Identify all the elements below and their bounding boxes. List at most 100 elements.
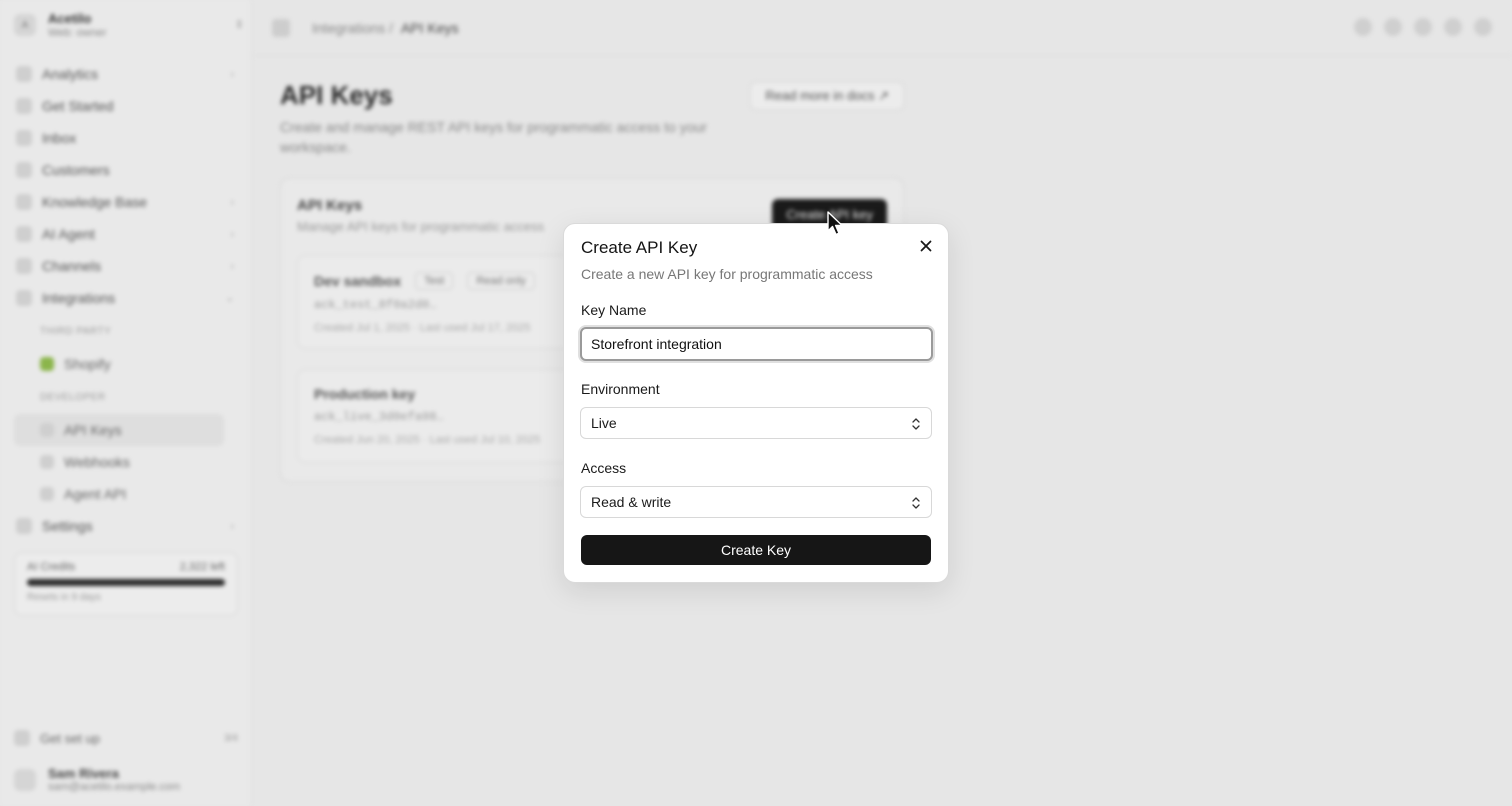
chat-icon[interactable] [1414, 18, 1432, 36]
workspace-role: Web: owner [48, 27, 107, 39]
get-set-up-label: Get set up [40, 730, 100, 746]
sidebar-item-label: Agent API [64, 486, 127, 502]
user-name: Sam Rivera [48, 766, 119, 781]
sidebar-item-integrations[interactable]: Integrations ⌄ [14, 282, 244, 314]
create-key-button[interactable]: Create Key [581, 535, 931, 565]
sidebar-toggle-icon[interactable] [272, 18, 290, 37]
docs-button[interactable]: Read more in docs ↗ [750, 82, 904, 110]
sidebar-item-webhooks[interactable]: Webhooks [14, 446, 244, 478]
topbar-actions [1354, 18, 1492, 36]
user-email: sam@acetilo.example.com [48, 781, 181, 793]
key-name-label: Key Name [581, 302, 647, 318]
access-label: Access [581, 460, 627, 476]
create-api-key-dialog: Create API Key Create a new API key for … [563, 223, 949, 583]
sidebar-item-label: AI Agent [42, 226, 95, 242]
get-set-up-progress: 3/4 [224, 732, 238, 744]
chevron-updown-icon [912, 497, 920, 509]
page-description: Create and manage REST API keys for prog… [280, 119, 707, 155]
sidebar-item-label: Customers [42, 162, 110, 178]
dialog-title: Create API Key [581, 238, 698, 257]
sidebar-item-label: API Keys [64, 422, 122, 438]
access-select[interactable]: Read & write [580, 486, 932, 518]
key-name-input[interactable] [580, 327, 933, 361]
topbar: Integrations / API Keys [252, 0, 1512, 56]
workspace-avatar: A [14, 14, 36, 36]
ai-credits-card: AI Credits 2,322 left Resets in 9 days [14, 552, 238, 616]
chevron-right-icon: › [230, 520, 234, 532]
rocket-icon [16, 98, 32, 114]
workspace-switcher[interactable]: A Acetilo Web: owner ⇕ [14, 8, 244, 42]
close-icon[interactable] [918, 238, 934, 254]
sidebar-item-customers[interactable]: Customers [14, 154, 244, 186]
nav-group-developer: DEVELOPER [40, 391, 106, 403]
credits-progress-bar [27, 579, 225, 586]
sidebar-item-knowledge-base[interactable]: Knowledge Base › [14, 186, 244, 218]
mouse-cursor-icon [827, 211, 843, 236]
help-icon[interactable] [1474, 18, 1492, 36]
chevron-right-icon: › [230, 196, 234, 208]
key-name: Dev sandbox [314, 273, 402, 289]
sidebar-item-label: Webhooks [64, 454, 130, 470]
search-icon[interactable] [1354, 18, 1372, 36]
sidebar-item-label: Get Started [42, 98, 114, 114]
sidebar-item-agent-api[interactable]: Agent API [14, 478, 244, 510]
sidebar-item-label: Analytics [42, 66, 99, 82]
sidebar-item-label: Inbox [42, 130, 77, 146]
key-icon [40, 423, 54, 437]
access-value: Read & write [591, 494, 672, 510]
book-icon [16, 194, 32, 210]
sidebar-item-channels[interactable]: Channels › [14, 250, 244, 282]
env-badge: Test [415, 272, 454, 290]
user-menu[interactable]: Sam Rivera sam@acetilo.example.com [14, 766, 244, 793]
sidebar-item-label: Shopify [64, 356, 111, 372]
sidebar-nav: Analytics › Get Started Inbox Customers K… [14, 58, 244, 542]
chevron-updown-icon: ⇕ [234, 19, 244, 31]
get-set-up-link[interactable]: Get set up 3/4 [14, 730, 238, 746]
plug-icon [16, 290, 32, 306]
environment-select[interactable]: Live [580, 407, 932, 439]
bot-icon [40, 487, 54, 501]
sidebar-item-get-started[interactable]: Get Started [14, 90, 244, 122]
sidebar-item-label: Knowledge Base [42, 194, 148, 210]
card-description: Manage API keys for programmatic access [297, 219, 545, 234]
credits-label: AI Credits [27, 561, 76, 573]
card-title: API Keys [297, 197, 363, 214]
chart-icon [16, 66, 32, 82]
channels-icon [16, 258, 32, 274]
bell-icon[interactable] [1444, 18, 1462, 36]
sidebar-item-ai-agent[interactable]: AI Agent › [14, 218, 244, 250]
users-icon [16, 162, 32, 178]
sidebar-item-inbox[interactable]: Inbox [14, 122, 244, 154]
sidebar-item-label: Integrations [42, 290, 116, 306]
sidebar: A Acetilo Web: owner ⇕ Analytics › Get St… [0, 0, 252, 806]
chevron-right-icon: › [230, 260, 234, 272]
sidebar-item-shopify[interactable]: Shopify [14, 348, 244, 380]
chevron-right-icon: › [230, 68, 234, 80]
credits-value: 2,322 left [179, 561, 225, 573]
environment-value: Live [591, 415, 617, 431]
workspace-name: Acetilo [48, 11, 92, 26]
chevron-right-icon: › [230, 228, 234, 240]
key-name: Production key [314, 386, 416, 402]
chevron-updown-icon [912, 418, 920, 430]
sparkle-icon [16, 226, 32, 242]
nav-group-third-party: THIRD PARTY [40, 325, 112, 337]
checklist-icon [14, 730, 30, 746]
breadcrumb-parent[interactable]: Integrations / [312, 20, 393, 36]
environment-label: Environment [581, 381, 660, 397]
access-badge: Read only [467, 272, 535, 290]
shopify-icon [40, 357, 54, 371]
sidebar-item-label: Settings [42, 518, 93, 534]
avatar [14, 768, 36, 791]
webhook-icon [40, 455, 54, 469]
sidebar-item-settings[interactable]: Settings › [14, 510, 244, 542]
breadcrumb-current: API Keys [400, 19, 459, 36]
chevron-down-icon: ⌄ [225, 292, 234, 304]
megaphone-icon[interactable] [1384, 18, 1402, 36]
sidebar-item-analytics[interactable]: Analytics › [14, 58, 244, 90]
dialog-subtitle: Create a new API key for programmatic ac… [581, 266, 873, 282]
main-content: API Keys Create and manage REST API keys… [280, 80, 904, 482]
inbox-icon [16, 130, 32, 146]
sidebar-item-api-keys[interactable]: API Keys [14, 414, 224, 446]
credits-note: Resets in 9 days [27, 592, 101, 603]
